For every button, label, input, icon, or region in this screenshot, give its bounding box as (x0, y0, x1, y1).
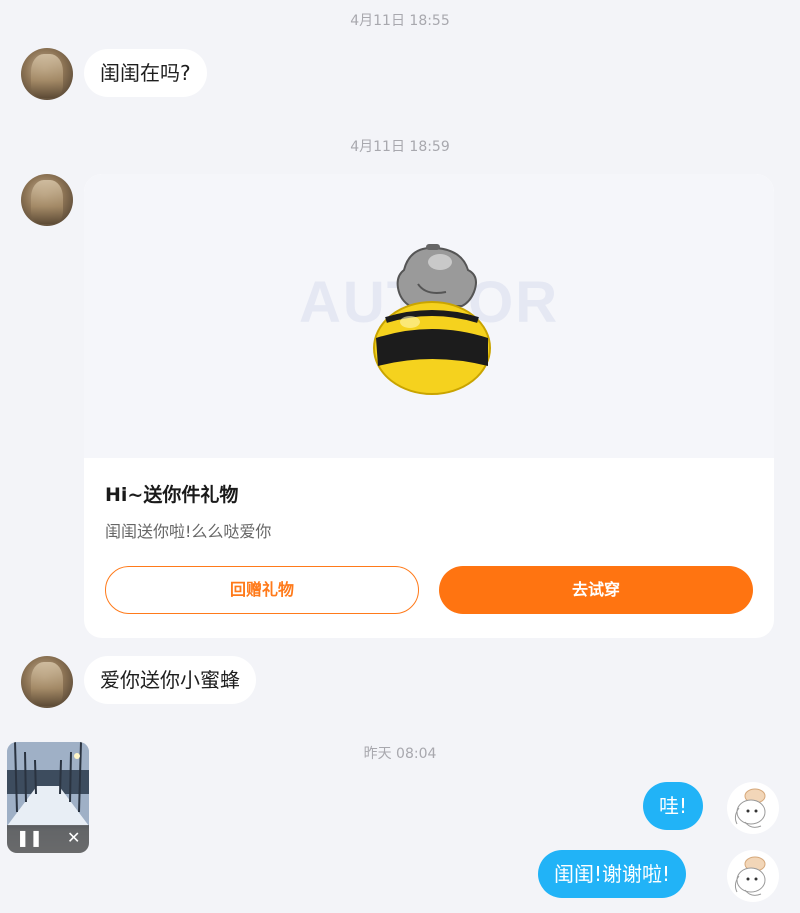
gift-card[interactable]: AUTHOR Hi~送你件礼物 闺闺送你啦!么么哒爱你 回赠礼物 去试穿 (84, 174, 774, 638)
gift-card-title: Hi~送你件礼物 (105, 484, 239, 506)
player-controls: ❚❚ ✕ (7, 825, 89, 853)
pause-icon[interactable]: ❚❚ (16, 828, 43, 847)
snowy-forest-thumbnail (7, 742, 89, 826)
timestamp: 昨天 08:04 (363, 746, 437, 762)
bunny-avatar-icon (734, 856, 766, 896)
my-message-bubble[interactable]: 闺闺!谢谢啦! (538, 850, 687, 898)
floating-video-player[interactable]: ❚❚ ✕ (7, 742, 89, 853)
my-avatar[interactable] (727, 782, 779, 834)
friend-avatar[interactable] (21, 48, 73, 100)
timestamp: 4月11日 18:59 (350, 139, 450, 155)
bunny-avatar-icon (734, 788, 766, 828)
message-bubble[interactable]: 闺闺在吗? (84, 49, 207, 97)
return-gift-button[interactable]: 回赠礼物 (105, 566, 419, 614)
gift-image: AUTHOR (84, 174, 774, 458)
gift-card-subtitle: 闺闺送你啦!么么哒爱你 (105, 522, 272, 541)
my-avatar[interactable] (727, 850, 779, 902)
my-message-bubble[interactable]: 哇! (643, 782, 704, 830)
message-bubble[interactable]: 爱你送你小蜜蜂 (84, 656, 256, 704)
timestamp: 4月11日 18:55 (350, 13, 450, 29)
close-icon[interactable]: ✕ (67, 828, 80, 847)
friend-avatar[interactable] (21, 174, 73, 226)
friend-avatar[interactable] (21, 656, 73, 708)
try-on-button[interactable]: 去试穿 (439, 566, 753, 614)
bee-costume-icon (373, 244, 491, 395)
